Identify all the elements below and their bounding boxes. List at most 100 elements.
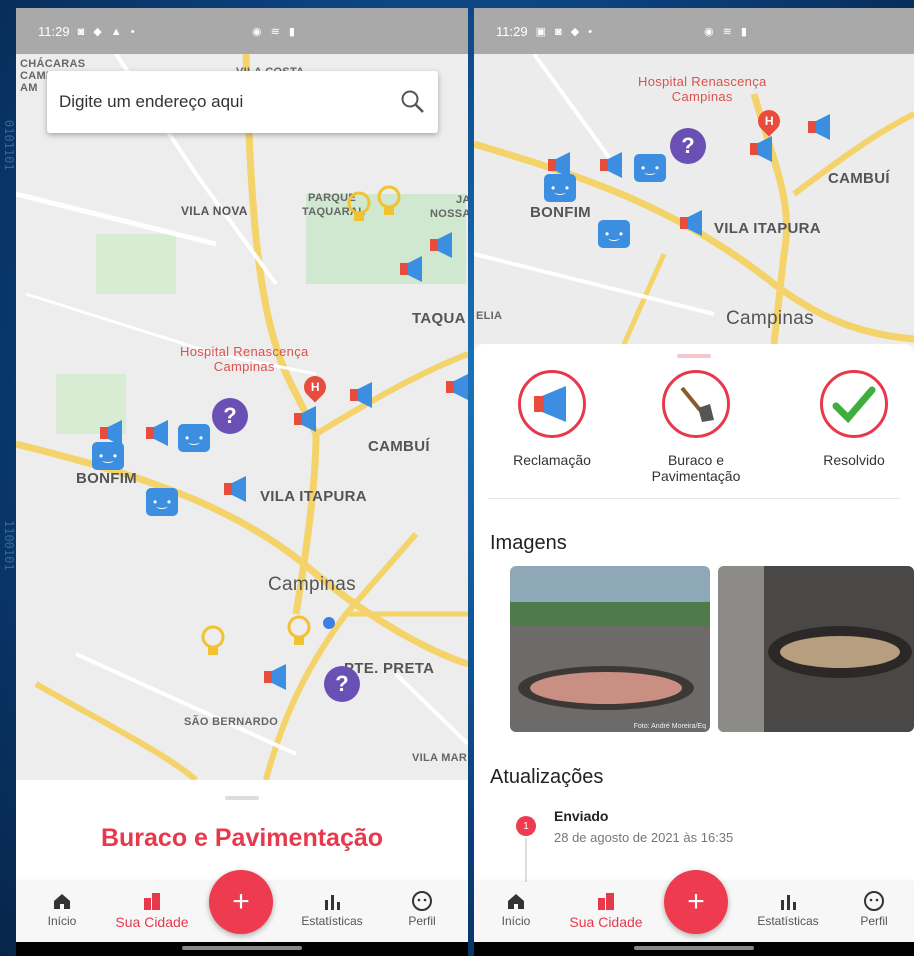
- my-location-icon: [323, 617, 335, 629]
- map-label-chacaras: CHÁCARAS: [20, 58, 86, 70]
- megaphone-marker-icon[interactable]: [264, 662, 304, 692]
- megaphone-marker-icon[interactable]: [294, 404, 334, 434]
- nav-label: Sua Cidade: [115, 914, 189, 930]
- search-bar[interactable]: [47, 71, 438, 133]
- lightbulb-marker-icon[interactable]: [372, 182, 406, 222]
- megaphone-marker-icon[interactable]: [350, 380, 390, 410]
- update-date: 28 de agosto de 2021 às 16:35: [554, 830, 734, 845]
- map-label-cambui: CAMBUÍ: [828, 170, 890, 187]
- question-marker-icon[interactable]: ?: [324, 666, 360, 702]
- hospital-name: Hospital Renascença: [638, 74, 767, 89]
- map-label-hospital: Hospital Renascença Campinas: [638, 74, 767, 104]
- add-report-button[interactable]: +: [664, 870, 728, 934]
- update-status: Enviado: [554, 808, 609, 824]
- category-reclamacao: Reclamação: [482, 370, 622, 468]
- hospital-city: Campinas: [213, 359, 275, 374]
- nav-perfil[interactable]: Perfil: [382, 890, 462, 928]
- map-label-sao-bernardo: SÃO BERNARDO: [184, 716, 279, 728]
- megaphone-marker-icon[interactable]: [224, 474, 264, 504]
- sheet-drag-handle[interactable]: [225, 796, 259, 800]
- megaphone-marker-icon[interactable]: [548, 150, 588, 180]
- updates-section-title: Atualizações: [490, 766, 604, 788]
- map-label-vila-mar: VILA MAR: [412, 752, 468, 764]
- add-report-button[interactable]: +: [209, 870, 273, 934]
- city-map-preview[interactable]: Hospital Renascença Campinas CAMBUÍ BONF…: [474, 54, 914, 344]
- map-label-elia: ELIA: [476, 310, 503, 322]
- nav-label: Estatísticas: [301, 914, 363, 928]
- nav-inicio[interactable]: Início: [22, 890, 102, 928]
- nav-sua-cidade[interactable]: Sua Cidade: [112, 890, 192, 930]
- bottom-navigation: Início Sua Cidade + Estatísticas Perfil: [474, 870, 914, 942]
- hospital-name: Hospital Renascença: [180, 344, 309, 359]
- map-label-cambui: CAMBUÍ: [368, 438, 430, 455]
- status-notification-icons: ▣ ◙ ◆ •: [535, 25, 596, 38]
- phone-screen-detail: 11:29 ▣ ◙ ◆ • ◉ ≋ ▮ Hospital Renascença …: [474, 8, 914, 956]
- map-label-am: AM: [20, 82, 38, 94]
- megaphone-marker-icon[interactable]: [750, 134, 790, 164]
- megaphone-marker-icon[interactable]: [680, 208, 720, 238]
- profile-icon: [412, 891, 432, 911]
- map-label-vila-itapura: VILA ITAPURA: [260, 488, 367, 505]
- pothole-image: [718, 566, 914, 732]
- megaphone-marker-icon[interactable]: [100, 418, 140, 448]
- category-badge: [662, 370, 730, 438]
- nav-label: Início: [47, 914, 77, 928]
- home-gesture-pill[interactable]: [634, 946, 754, 950]
- megaphone-icon: [534, 386, 566, 422]
- megaphone-marker-icon[interactable]: [446, 372, 468, 402]
- map-label-vila-itapura: VILA ITAPURA: [714, 220, 821, 237]
- status-signal-icons: ◉ ≋ ▮: [704, 25, 750, 38]
- status-notification-icons: ◙ ◆ ▲ •: [77, 25, 138, 38]
- category-label: Resolvido: [823, 452, 885, 468]
- chat-marker-icon[interactable]: •‿•: [146, 488, 178, 520]
- megaphone-marker-icon[interactable]: [430, 230, 468, 260]
- chat-marker-icon[interactable]: •‿•: [598, 220, 630, 252]
- category-buraco: Buraco e Pavimentação: [626, 370, 766, 484]
- lightbulb-marker-icon[interactable]: [282, 612, 316, 652]
- map-label-bonfim: BONFIM: [530, 204, 591, 221]
- question-marker-icon[interactable]: ?: [212, 398, 248, 434]
- update-step-badge: 1: [516, 816, 536, 836]
- search-icon[interactable]: [400, 89, 426, 115]
- map-label-nossa: NOSSA: [430, 208, 468, 220]
- question-marker-icon[interactable]: ?: [670, 128, 706, 164]
- category-resolvido: Resolvido: [784, 370, 914, 468]
- category-title: Buraco e Pavimentação: [100, 824, 384, 852]
- lightbulb-marker-icon[interactable]: [196, 622, 230, 662]
- pothole-photo-1[interactable]: Foto: André Moreira/Eq: [510, 566, 710, 732]
- megaphone-marker-icon[interactable]: [600, 150, 640, 180]
- lightbulb-marker-icon[interactable]: [342, 188, 376, 228]
- city-icon: [144, 893, 160, 910]
- megaphone-marker-icon[interactable]: [146, 418, 186, 448]
- nav-inicio[interactable]: Início: [476, 890, 556, 928]
- search-input[interactable]: [59, 92, 400, 112]
- images-section-title: Imagens: [490, 532, 567, 554]
- nav-estatisticas[interactable]: Estatísticas: [292, 890, 372, 928]
- home-icon: [54, 894, 70, 909]
- nav-label: Perfil: [408, 914, 436, 928]
- timeline-line: [525, 838, 527, 888]
- sheet-drag-handle[interactable]: [677, 354, 711, 358]
- shovel-icon: [680, 386, 714, 422]
- nav-label: Início: [501, 914, 531, 928]
- nav-estatisticas[interactable]: Estatísticas: [748, 890, 828, 928]
- nav-perfil[interactable]: Perfil: [834, 890, 914, 928]
- checkmark-icon: [832, 386, 876, 424]
- category-label: Reclamação: [513, 452, 591, 468]
- city-icon: [598, 893, 614, 910]
- megaphone-marker-icon[interactable]: [808, 112, 848, 142]
- map-label-campinas: Campinas: [726, 308, 814, 329]
- city-map[interactable]: CHÁCARAS CAMPOS AM VILA COSTA VILA NOVA …: [16, 54, 468, 780]
- phone-screen-map: 11:29 ◙ ◆ ▲ • ◉ ≋ ▮ CHÁCARAS CAMPOS AM V…: [16, 8, 468, 956]
- bottom-navigation: Início Sua Cidade + Estatísticas Perfil: [16, 870, 468, 942]
- map-label-taqua: TAQUA: [412, 310, 466, 327]
- nav-sua-cidade[interactable]: Sua Cidade: [566, 890, 646, 930]
- category-badge: [518, 370, 586, 438]
- status-bar: 11:29 ▣ ◙ ◆ • ◉ ≋ ▮: [474, 8, 914, 54]
- profile-icon: [864, 891, 884, 911]
- nav-label: Perfil: [860, 914, 888, 928]
- pothole-photo-2[interactable]: [718, 566, 914, 732]
- stats-icon: [781, 895, 796, 910]
- home-gesture-pill[interactable]: [182, 946, 302, 950]
- hospital-city: Campinas: [671, 89, 733, 104]
